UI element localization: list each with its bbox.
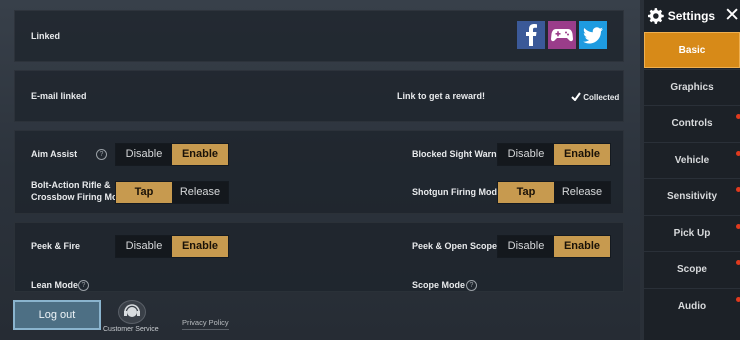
close-icon[interactable]: ✕: [724, 6, 740, 25]
logout-button[interactable]: Log out: [13, 300, 101, 330]
sidebar-item-audio[interactable]: Audio: [644, 287, 740, 324]
peek-fire-toggle: Disable Enable: [115, 235, 229, 258]
linked-label: Linked: [31, 31, 61, 41]
peek-scope-label: Peek & Open Scope: [412, 241, 498, 251]
notification-dot: [736, 260, 740, 265]
facebook-icon[interactable]: [517, 21, 545, 49]
linked-panel: Linked: [14, 10, 624, 62]
sidebar-item-sensitivity[interactable]: Sensitivity: [644, 178, 740, 214]
notification-dot: [736, 223, 740, 229]
sidebar-item-label: Sensitivity: [666, 191, 718, 202]
customer-service-icon[interactable]: [118, 300, 146, 324]
bolt-action-release-button[interactable]: Release: [172, 182, 228, 203]
aim-assist-enable-button[interactable]: Enable: [172, 144, 228, 165]
bolt-action-toggle: Tap Release: [115, 181, 229, 204]
aim-assist-help-icon[interactable]: ?: [96, 149, 107, 160]
reward-link[interactable]: Link to get a reward!: [397, 91, 485, 102]
notification-dot: [736, 150, 740, 156]
shotgun-label: Shotgun Firing Mode: [412, 187, 502, 197]
checkmark-icon: [571, 92, 581, 102]
sidebar-item-controls[interactable]: Controls: [644, 105, 740, 141]
shotgun-tap-button[interactable]: Tap: [498, 182, 554, 203]
sidebar-item-pick-up[interactable]: Pick Up: [644, 214, 740, 251]
collected-status: Collected: [571, 92, 619, 102]
sidebar-title: Settings: [667, 9, 716, 23]
email-panel: E-mail linked Link to get a reward! Coll…: [14, 70, 624, 122]
twitter-icon[interactable]: [579, 21, 607, 49]
peek-options-panel: Peek & Fire Disable Enable Peek & Open S…: [14, 222, 624, 292]
peek-scope-toggle: Disable Enable: [497, 235, 611, 258]
notification-dot: [736, 187, 740, 192]
lean-mode-label: Lean Mode: [31, 280, 79, 290]
shotgun-release-button[interactable]: Release: [554, 182, 610, 203]
sidebar-item-label: Basic: [678, 45, 706, 56]
sidebar-item-label: Graphics: [670, 81, 714, 93]
headset-icon: [124, 304, 140, 317]
sidebar-item-scope[interactable]: Scope: [644, 251, 740, 287]
sidebar-item-label: Pick Up: [673, 227, 711, 239]
privacy-policy-link[interactable]: Privacy Policy: [182, 318, 229, 330]
lean-mode-help-icon[interactable]: ?: [78, 280, 89, 291]
peek-scope-disable-button[interactable]: Disable: [498, 236, 554, 257]
peek-fire-label: Peek & Fire: [31, 241, 81, 251]
sidebar-item-vehicle[interactable]: Vehicle: [644, 141, 740, 178]
sidebar-item-label: Controls: [671, 118, 713, 129]
settings-sidebar: Settings ✕ Basic Graphics Controls Vehicle S…: [644, 0, 740, 340]
bolt-action-tap-button[interactable]: Tap: [116, 182, 172, 203]
shotgun-toggle: Tap Release: [497, 181, 611, 204]
customer-service-label[interactable]: Customer Service: [103, 326, 159, 333]
peek-fire-enable-button[interactable]: Enable: [172, 236, 228, 257]
sidebar-item-label: Audio: [677, 300, 707, 312]
sidebar-item-label: Scope: [676, 264, 707, 275]
sidebar-item-graphics[interactable]: Graphics: [644, 68, 740, 105]
email-linked-label: E-mail linked: [31, 91, 87, 101]
bolt-action-label-line1: Bolt-Action Rifle &: [31, 180, 111, 190]
scope-mode-help-icon[interactable]: ?: [466, 280, 477, 291]
blocked-sight-toggle: Disable Enable: [497, 143, 611, 166]
blocked-sight-label: Blocked Sight Warning: [412, 149, 511, 159]
collected-label: Collected: [583, 93, 620, 102]
gear-icon: [648, 8, 664, 24]
sidebar-item-basic[interactable]: Basic: [644, 32, 740, 68]
gamecenter-icon[interactable]: [548, 21, 576, 49]
aim-assist-toggle: Disable Enable: [115, 143, 229, 166]
sidebar-header: Settings ✕: [644, 0, 740, 32]
peek-fire-disable-button[interactable]: Disable: [116, 236, 172, 257]
scope-mode-label: Scope Mode: [412, 280, 466, 290]
firing-options-panel: Aim Assist ? Disable Enable Blocked Sigh…: [14, 130, 624, 214]
sidebar-item-label: Vehicle: [674, 154, 710, 166]
notification-dot: [736, 114, 740, 119]
aim-assist-label: Aim Assist: [31, 149, 78, 159]
blocked-sight-enable-button[interactable]: Enable: [554, 144, 610, 165]
notification-dot: [736, 296, 740, 302]
bolt-action-label-line2: Crossbow Firing Mode: [31, 192, 129, 202]
blocked-sight-disable-button[interactable]: Disable: [498, 144, 554, 165]
aim-assist-disable-button[interactable]: Disable: [116, 144, 172, 165]
peek-scope-enable-button[interactable]: Enable: [554, 236, 610, 257]
